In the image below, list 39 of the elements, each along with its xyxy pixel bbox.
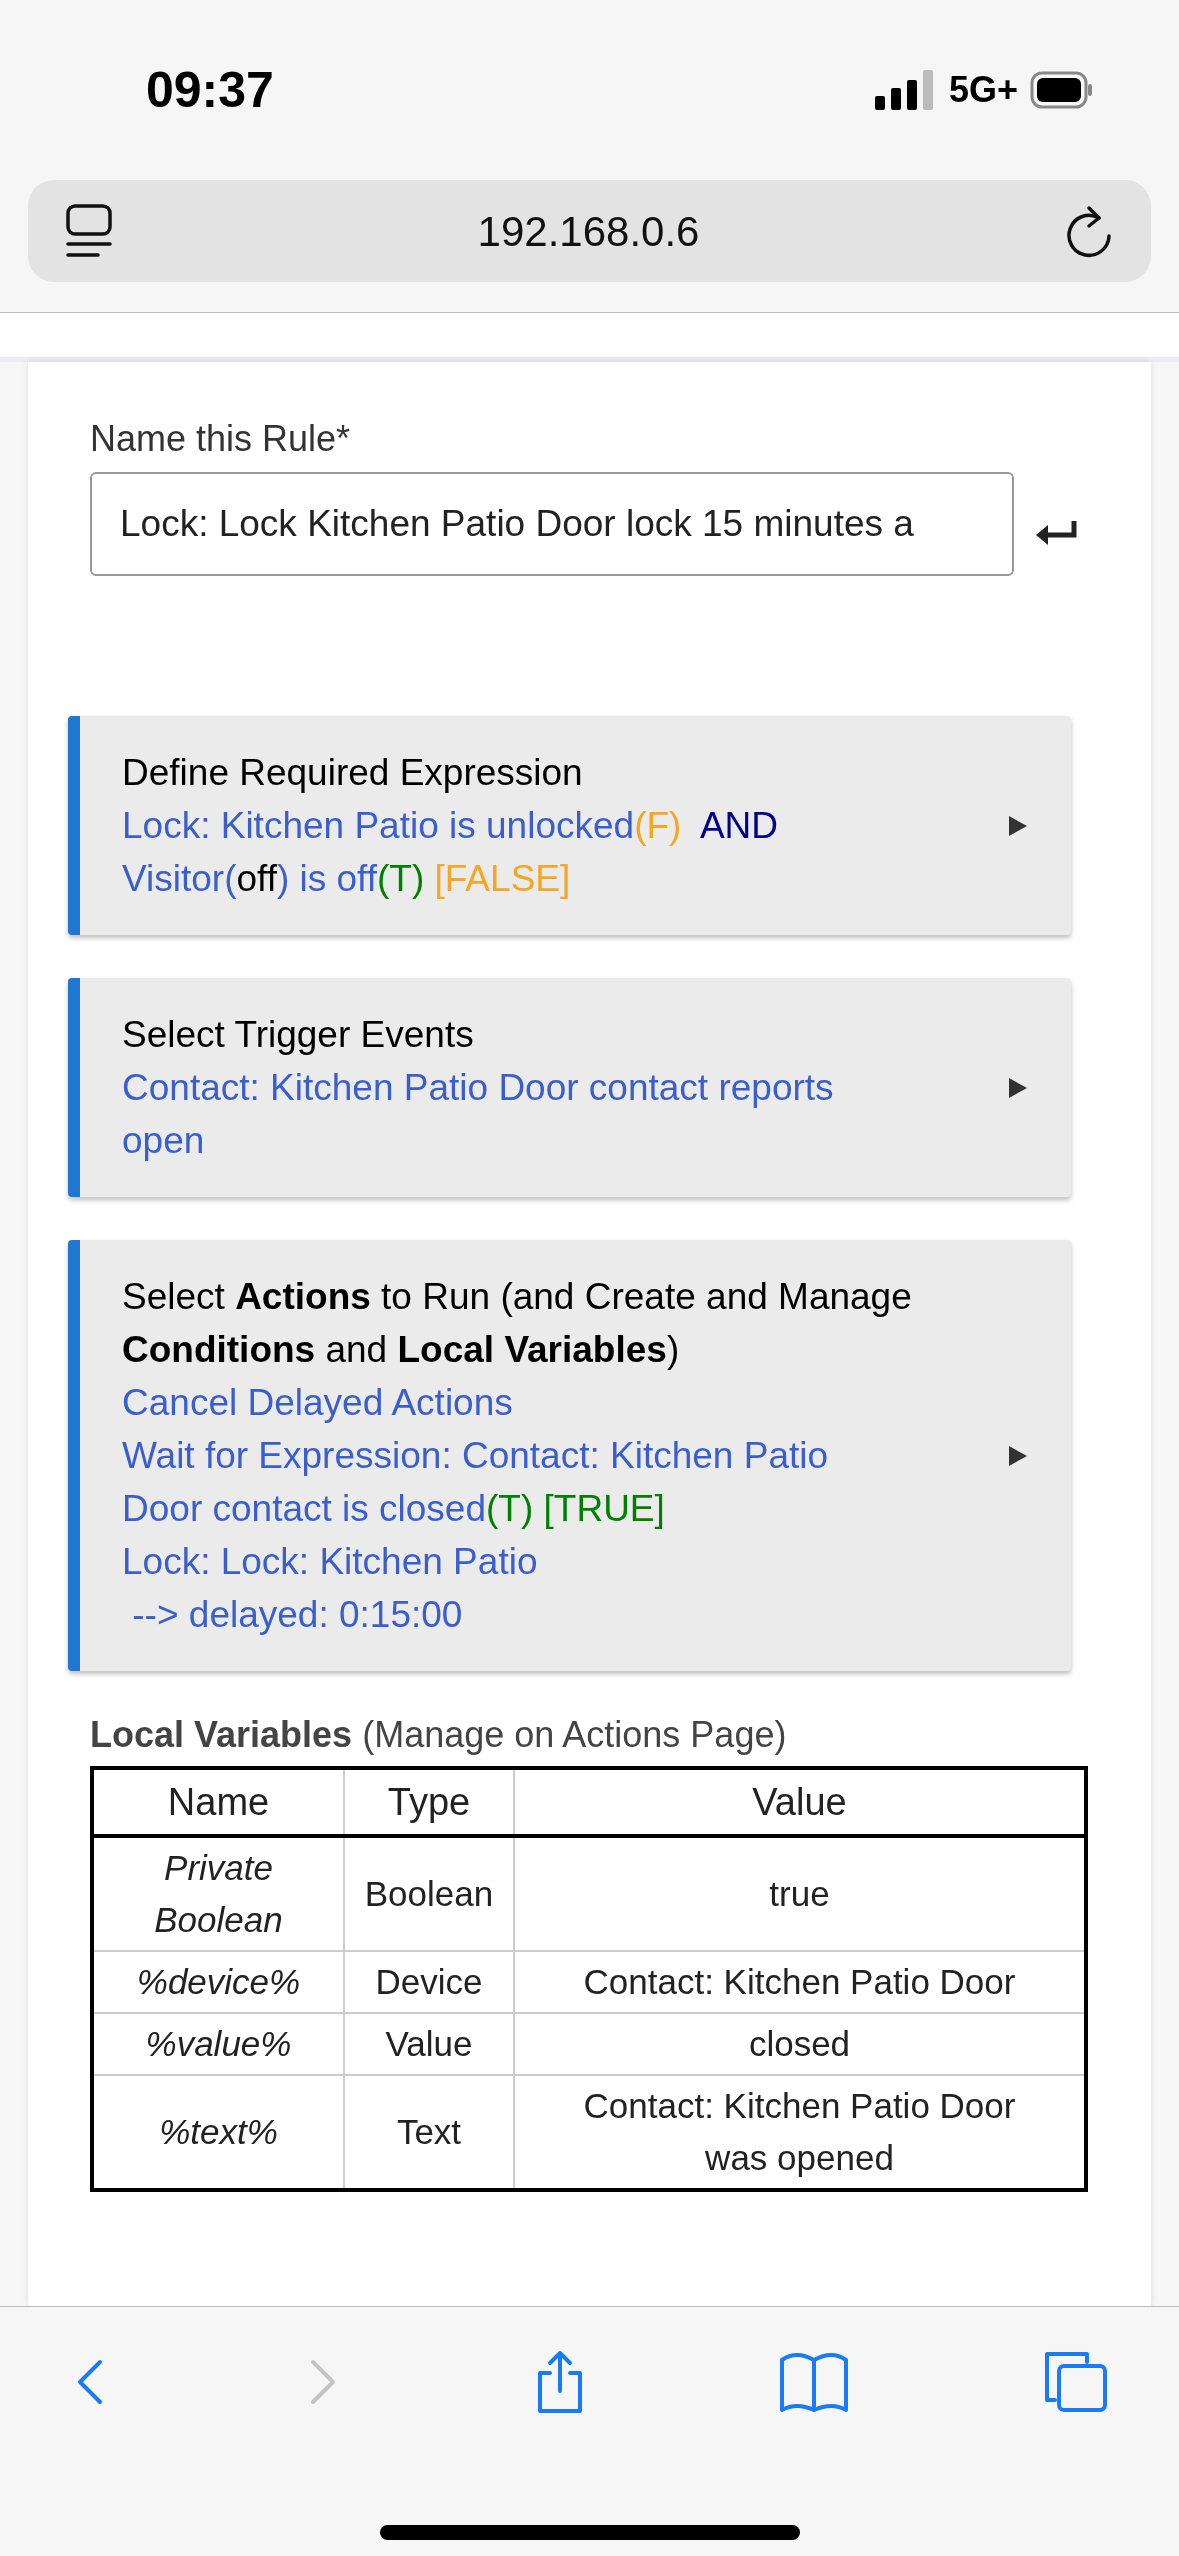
section-summary: Cancel Delayed Actions Wait for Expression: Contact: Kitchen Patio Door contact is closed(T) [TRUE] Lock: Lock: Kitchen Patio --> delayed: 0:15:00	[122, 1381, 830, 1637]
table-heading: Local Variables (Manage on Actions Page)	[90, 1713, 788, 1757]
section-summary: Contact: Kitchen Patio Door contact reports open	[122, 1066, 835, 1163]
section-title: Select Actions to Run (and Create and Manage Conditions and Local Variables)	[122, 1275, 913, 1372]
enter-icon[interactable]	[1034, 519, 1078, 547]
column-header: Name	[92, 1768, 344, 1836]
reader-icon	[66, 204, 112, 258]
network-label: 5G+	[948, 68, 1018, 112]
rule-section-card[interactable]: Select Trigger Events Contact: Kitchen Patio Door contact reports open	[68, 978, 1071, 1197]
table-cell: Value	[344, 2013, 514, 2075]
expand-arrow-icon	[1009, 1445, 1027, 1466]
book-icon[interactable]	[778, 2350, 851, 2414]
table-cell: Contact: Kitchen Patio Door	[514, 1951, 1086, 2013]
expand-arrow-icon	[1009, 815, 1027, 836]
rule-section-card[interactable]: Define Required Expression Lock: Kitchen Patio is unlocked(F) AND Visitor(off) is off(T) [FALSE]	[68, 716, 1071, 935]
table-cell: Private Boolean	[92, 1836, 344, 1951]
column-header: Type	[344, 1768, 514, 1836]
status-time: 09:37	[146, 60, 274, 120]
rule-name-field[interactable]: Lock: Lock Kitchen Patio Door lock 15 minutes a	[90, 472, 1014, 576]
url-text: 192.168.0.6	[477, 206, 700, 257]
table-cell: %device%	[92, 1951, 344, 2013]
reload-icon[interactable]	[1065, 204, 1113, 258]
section-title: Define Required Expression	[122, 751, 584, 795]
address-bar[interactable]: 192.168.0.6	[28, 180, 1151, 282]
section-title: Select Trigger Events	[122, 1013, 475, 1057]
table-cell: Text	[344, 2075, 514, 2190]
field-label: Name this Rule*	[90, 417, 352, 461]
table-cell: Contact: Kitchen Patio Door was opened	[514, 2075, 1086, 2190]
table-cell: closed	[514, 2013, 1086, 2075]
column-header: Value	[514, 1768, 1086, 1836]
table-cell: Device	[344, 1951, 514, 2013]
expand-arrow-icon	[1009, 1077, 1027, 1098]
battery-icon	[1030, 71, 1094, 109]
table-cell: Boolean	[344, 1836, 514, 1951]
section-summary: Lock: Kitchen Patio is unlocked(F) AND Visitor(off) is off(T) [FALSE]	[122, 804, 780, 901]
table-cell: true	[514, 1836, 1086, 1951]
table-cell: %value%	[92, 2013, 344, 2075]
rule-section-card[interactable]	[68, 1240, 1071, 1671]
table-cell: %text%	[92, 2075, 344, 2190]
